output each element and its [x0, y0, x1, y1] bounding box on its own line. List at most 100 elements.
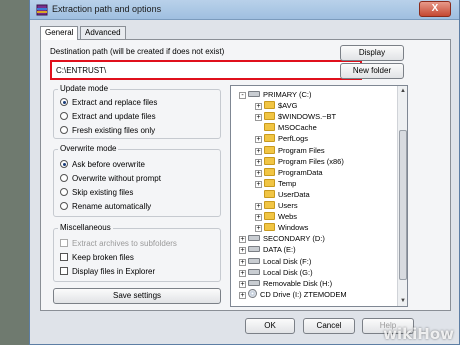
folder-icon — [264, 101, 275, 110]
tree-item-label: ProgramData — [278, 167, 323, 177]
drive-icon — [248, 268, 260, 275]
collapse-icon[interactable]: - — [239, 92, 246, 99]
tree-item[interactable]: + Program Files (x86) — [255, 156, 344, 167]
drive-icon — [248, 91, 260, 97]
tree-item[interactable]: - PRIMARY (C:) — [239, 89, 311, 100]
drive-icon — [248, 246, 260, 253]
update-option-fresh[interactable]: Fresh existing files only — [60, 125, 155, 136]
tree-item[interactable]: + Users — [255, 200, 298, 211]
cancel-button[interactable]: Cancel — [303, 318, 355, 334]
checkbox-icon — [60, 253, 68, 261]
tree-item[interactable]: + $AVG — [255, 100, 297, 111]
tree-item[interactable]: + PerfLogs — [255, 133, 308, 144]
close-button[interactable]: X — [419, 1, 451, 17]
cd-icon — [248, 288, 257, 298]
misc-option-keep-broken[interactable]: Keep broken files — [60, 252, 134, 263]
radio-icon — [60, 112, 68, 120]
destination-path-input[interactable] — [54, 64, 344, 76]
overwrite-option-skip[interactable]: Skip existing files — [60, 187, 133, 198]
expand-icon[interactable]: + — [239, 291, 246, 299]
tree-item[interactable]: + Program Files — [255, 145, 325, 156]
expand-icon[interactable]: + — [255, 203, 262, 210]
tree-item[interactable]: + Local Disk (F:) — [239, 256, 311, 267]
tree-item[interactable]: MSOCache — [255, 122, 317, 133]
folder-tree[interactable]: + CD Drive (I:) ZTEMODEM + Removable Disk (… — [230, 85, 408, 307]
misc-option-display-explorer[interactable]: Display files in Explorer — [60, 266, 155, 277]
update-option-update[interactable]: Extract and update files — [60, 111, 156, 122]
tree-item-label: MSOCache — [278, 123, 317, 133]
tree-item[interactable]: + ProgramData — [255, 167, 323, 178]
folder-icon — [264, 112, 275, 121]
tree-item[interactable]: + Local Disk (G:) — [239, 267, 313, 278]
folder-icon — [264, 178, 275, 187]
tree-item-label: Users — [278, 201, 298, 210]
scroll-up-icon[interactable]: ▲ — [399, 87, 407, 95]
expand-icon[interactable]: + — [239, 247, 246, 255]
new-folder-button[interactable]: New folder — [340, 63, 404, 79]
overwrite-option-ask[interactable]: Ask before overwrite — [60, 159, 145, 170]
expand-icon[interactable]: + — [255, 180, 262, 188]
expand-icon[interactable]: + — [255, 214, 262, 222]
scroll-down-icon[interactable]: ▼ — [399, 297, 407, 305]
expand-icon[interactable]: + — [239, 280, 246, 288]
tree-item[interactable]: + SECONDARY (D:) — [239, 233, 325, 244]
expand-icon[interactable]: + — [239, 269, 246, 277]
tree-item[interactable]: + Webs — [255, 211, 297, 222]
tree-item[interactable]: UserData — [255, 189, 310, 200]
folder-icon — [264, 201, 275, 209]
radio-icon — [60, 126, 68, 134]
misc-option-subfolders[interactable]: Extract archives to subfolders — [60, 238, 177, 249]
radio-icon — [60, 202, 68, 210]
expand-icon[interactable]: + — [255, 158, 262, 166]
expand-icon[interactable]: + — [239, 236, 246, 244]
window-title: Extraction path and options — [52, 4, 162, 14]
tree-item-label: $WINDOWS.~BT — [278, 112, 337, 122]
tree-item[interactable]: + Temp — [255, 178, 296, 189]
tab-general[interactable]: General — [40, 26, 79, 40]
tree-item-label: Local Disk (F:) — [263, 256, 312, 266]
folder-icon — [264, 123, 275, 132]
title-bar[interactable]: Extraction path and options X — [30, 0, 459, 20]
miscellaneous-group: Miscellaneous Extract archives to subfol… — [53, 223, 221, 282]
expand-icon[interactable]: + — [255, 103, 262, 111]
tree-item[interactable]: + Removable Disk (H:) — [239, 278, 332, 289]
radio-icon — [60, 174, 68, 182]
expand-icon[interactable]: + — [255, 169, 262, 177]
radio-icon — [60, 160, 68, 168]
overwrite-mode-group: Overwrite mode Ask before overwrite Over… — [53, 144, 221, 217]
ok-button[interactable]: OK — [245, 318, 295, 334]
destination-path-label: Destination path (will be created if doe… — [50, 47, 225, 56]
tree-item-label: Removable Disk (H:) — [263, 278, 333, 288]
overwrite-option-overwrite[interactable]: Overwrite without prompt — [60, 173, 161, 184]
checkbox-icon — [60, 239, 68, 247]
tree-item-label: DATA (E:) — [263, 245, 296, 255]
tree-item[interactable]: + CD Drive (I:) ZTEMODEM — [239, 288, 347, 300]
tree-item-label: UserData — [278, 189, 310, 199]
tree-item-label: Windows — [278, 223, 309, 233]
display-button[interactable]: Display — [340, 45, 404, 61]
tree-item[interactable]: + Windows — [255, 222, 308, 233]
update-mode-group: Update mode Extract and replace files Ex… — [53, 84, 221, 139]
tree-item-label: Webs — [278, 212, 298, 222]
drive-icon — [248, 279, 260, 286]
overwrite-mode-title: Overwrite mode — [58, 144, 119, 153]
winrar-icon — [36, 4, 48, 16]
folder-icon — [264, 167, 275, 176]
expand-icon[interactable]: + — [255, 147, 262, 155]
expand-icon[interactable]: + — [239, 258, 246, 266]
expand-icon[interactable]: + — [255, 136, 262, 144]
save-settings-button[interactable]: Save settings — [53, 288, 221, 304]
tree-scrollbar[interactable]: ▲ ▼ — [397, 86, 407, 306]
tab-advanced[interactable]: Advanced — [80, 26, 126, 39]
tree-item-label: PerfLogs — [278, 134, 309, 144]
tree-item[interactable]: + DATA (E:) — [239, 244, 296, 255]
drive-icon — [248, 257, 260, 264]
scroll-thumb[interactable] — [399, 130, 407, 280]
tree-item[interactable]: + $WINDOWS.~BT — [255, 111, 336, 122]
folder-icon — [264, 212, 275, 221]
update-option-replace[interactable]: Extract and replace files — [60, 97, 157, 108]
overwrite-option-rename[interactable]: Rename automatically — [60, 201, 151, 212]
destination-path-highlight: ▼ — [50, 60, 362, 80]
expand-icon[interactable]: + — [255, 225, 262, 233]
expand-icon[interactable]: + — [255, 114, 262, 122]
